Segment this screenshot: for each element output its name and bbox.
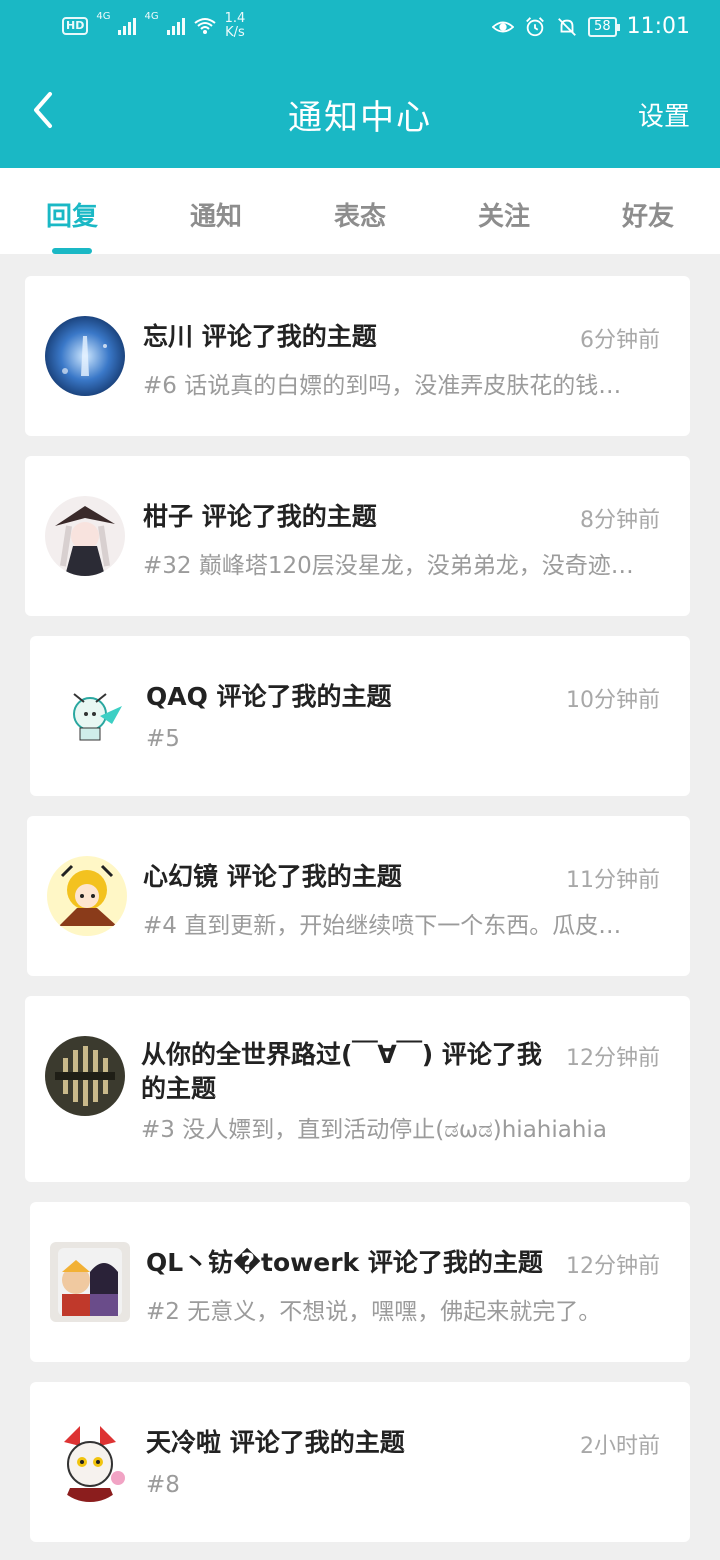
- tab-notices[interactable]: 通知: [144, 168, 288, 254]
- avatar[interactable]: [50, 1422, 130, 1502]
- signal-icon-2: [166, 17, 185, 35]
- list-item[interactable]: 从你的全世界路过(￣∀￣) 评论了我的主题 12分钟前 #3 没人嫖到，直到活动…: [25, 996, 690, 1182]
- status-bar: HD 4G 4G 1.4 K/s 58 11:01: [0, 0, 720, 56]
- avatar[interactable]: [47, 856, 127, 936]
- list-item[interactable]: QL丶钫�towerk 评论了我的主题 12分钟前 #2 无意义，不想说，嘿嘿，…: [30, 1202, 690, 1362]
- notification-title: 柑子 评论了我的主题: [143, 502, 377, 531]
- notification-preview: #2 无意义，不想说，嘿嘿，佛起来就完了。: [146, 1299, 602, 1325]
- avatar[interactable]: [45, 316, 125, 396]
- header: HD 4G 4G 1.4 K/s 58 11:01 通知中心 设置: [0, 0, 720, 168]
- settings-button[interactable]: 设置: [638, 96, 690, 133]
- notification-preview: #5: [146, 726, 180, 752]
- tab-reactions[interactable]: 表态: [288, 168, 432, 254]
- network-type-2: 4G: [144, 11, 159, 22]
- notification-preview: #3 没人嫖到，直到活动停止(ಡωಡ)hiahiahia: [141, 1117, 607, 1143]
- list-item[interactable]: QAQ 评论了我的主题 10分钟前 #5: [30, 636, 690, 796]
- tab-follows[interactable]: 关注: [432, 168, 576, 254]
- notification-title: 从你的全世界路过(￣∀￣) 评论了我的主题: [141, 1040, 542, 1103]
- notification-title: 忘川 评论了我的主题: [143, 322, 377, 351]
- notification-preview: #4 直到更新，开始继续喷下一个东西。瓜皮一样的: [143, 913, 643, 939]
- notification-preview: #8: [146, 1472, 180, 1498]
- notification-time: 8分钟前: [580, 508, 660, 533]
- notification-title: 天冷啦 评论了我的主题: [146, 1428, 405, 1457]
- notification-time: 12分钟前: [566, 1254, 660, 1279]
- avatar[interactable]: [45, 496, 125, 576]
- notification-title: 心幻镜 评论了我的主题: [143, 862, 402, 891]
- avatar[interactable]: [50, 1242, 130, 1322]
- battery-icon: 58: [588, 16, 620, 37]
- tab-replies[interactable]: 回复: [0, 168, 144, 254]
- list-item[interactable]: 忘川 评论了我的主题 6分钟前 #6 话说真的白嫖的到吗，没准弄皮肤花的钱都比这…: [25, 276, 690, 436]
- page-title: 通知中心: [288, 98, 432, 138]
- active-tab-indicator: [52, 248, 92, 254]
- list-item[interactable]: 心幻镜 评论了我的主题 11分钟前 #4 直到更新，开始继续喷下一个东西。瓜皮一…: [27, 816, 690, 976]
- hd-icon: HD: [62, 17, 89, 35]
- list-item[interactable]: 天冷啦 评论了我的主题 2小时前 #8: [30, 1382, 690, 1542]
- app-bar: 通知中心 设置: [0, 60, 720, 168]
- alarm-icon: [524, 16, 546, 38]
- clock: 11:01: [626, 14, 690, 39]
- mute-icon: [556, 16, 578, 38]
- notification-time: 2小时前: [580, 1434, 660, 1459]
- notification-time: 6分钟前: [580, 328, 660, 353]
- notification-time: 12分钟前: [566, 1046, 660, 1071]
- avatar[interactable]: [50, 676, 130, 756]
- network-speed: 1.4 K/s: [224, 11, 246, 40]
- tab-friends[interactable]: 好友: [576, 168, 720, 254]
- wifi-icon: [193, 17, 217, 35]
- notification-preview: #6 话说真的白嫖的到吗，没准弄皮肤花的钱都比这个多: [143, 373, 643, 399]
- notification-title: QAQ 评论了我的主题: [146, 682, 392, 711]
- notification-title: QL丶钫�towerk 评论了我的主题: [146, 1248, 543, 1277]
- network-type-1: 4G: [96, 11, 111, 22]
- tab-bar: 回复 通知 表态 关注 好友: [0, 168, 720, 254]
- avatar[interactable]: [45, 1036, 125, 1116]
- notification-preview: #32 巅峰塔120层没星龙，没弟弟龙，没奇迹的龙: [143, 553, 643, 579]
- eye-icon: [492, 16, 515, 38]
- signal-icon: [118, 17, 137, 35]
- list-item[interactable]: 柑子 评论了我的主题 8分钟前 #32 巅峰塔120层没星龙，没弟弟龙，没奇迹的…: [25, 456, 690, 616]
- notification-time: 10分钟前: [566, 688, 660, 713]
- notification-time: 11分钟前: [566, 868, 660, 893]
